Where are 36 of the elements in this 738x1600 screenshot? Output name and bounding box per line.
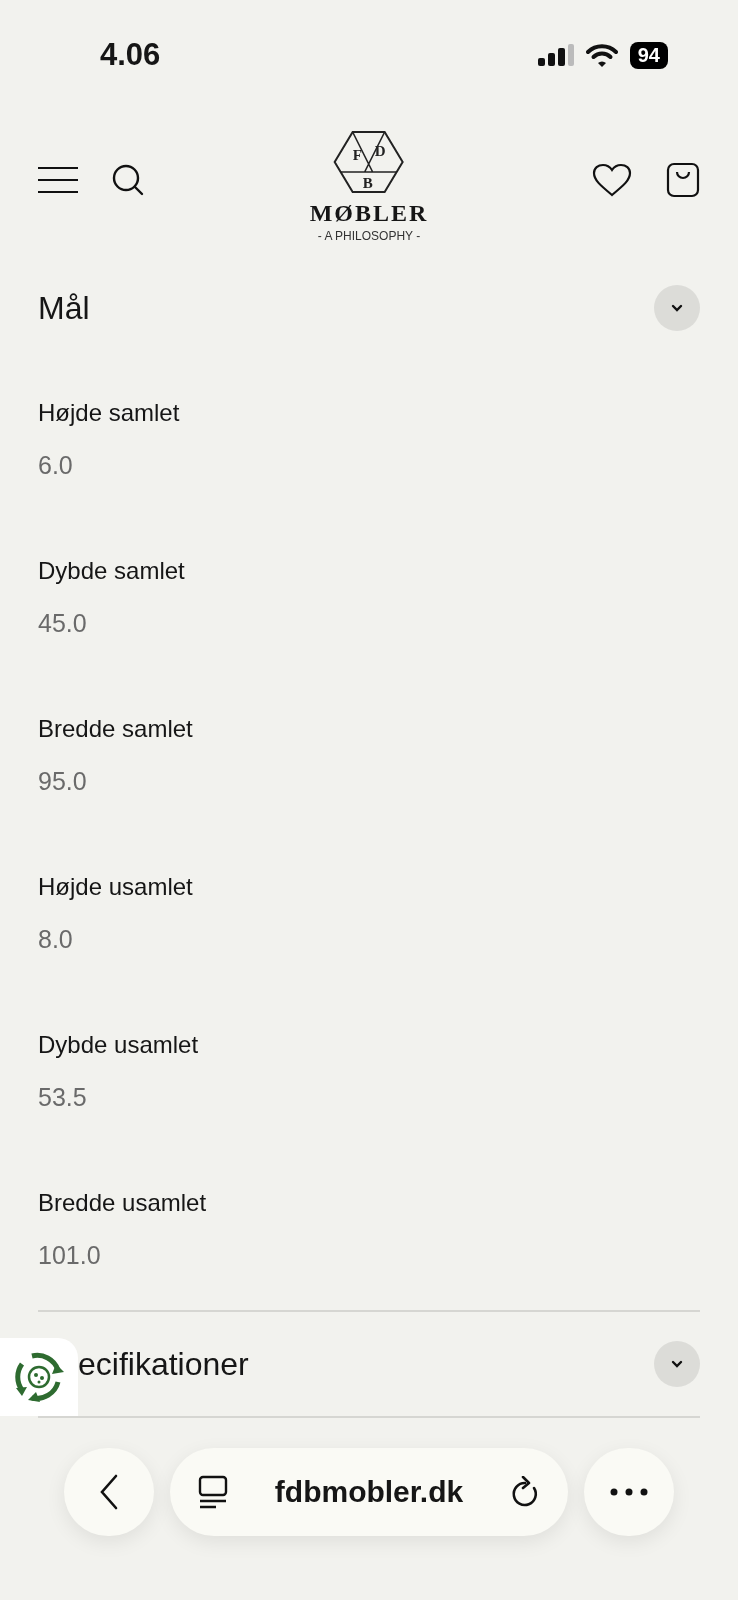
page-menu-icon[interactable] — [198, 1475, 228, 1509]
section-title[interactable]: Mål — [38, 289, 90, 327]
recycle-badge[interactable] — [0, 1338, 78, 1416]
address-bar[interactable]: fdbmobler.dk — [170, 1448, 568, 1536]
logo-emblem[interactable]: F D B — [333, 130, 405, 194]
spec-label: Højde usamlet — [38, 872, 193, 902]
expand-toggle[interactable] — [654, 285, 700, 331]
spec-value: 95.0 — [38, 766, 87, 796]
reload-icon[interactable] — [510, 1476, 540, 1508]
battery-indicator: 94 — [629, 41, 668, 69]
spec-label: Bredde usamlet — [38, 1188, 207, 1218]
section-title[interactable]: ecifikationer — [78, 1345, 249, 1383]
shopping-bag-icon[interactable] — [666, 162, 700, 198]
spec-label: Dybde usamlet — [38, 1030, 199, 1060]
logo-tagline: - A PHILOSOPHY - — [317, 229, 421, 243]
heart-icon[interactable] — [592, 163, 632, 197]
url-text[interactable]: fdbmobler.dk — [274, 1475, 464, 1509]
search-icon[interactable] — [112, 164, 144, 196]
spec-label: Dybde samlet — [38, 556, 185, 586]
spec-label: Bredde samlet — [38, 714, 193, 744]
chevron-left-icon — [98, 1474, 120, 1510]
expand-toggle[interactable] — [654, 1341, 700, 1387]
chevron-down-icon — [670, 1359, 684, 1369]
spec-value: 45.0 — [38, 608, 87, 638]
signal-icon — [537, 44, 574, 66]
chevron-down-icon — [670, 303, 684, 313]
wifi-icon — [585, 43, 618, 67]
menu-icon[interactable] — [38, 167, 78, 193]
spec-label: Højde samlet — [38, 398, 180, 428]
status-time: 4.06 — [100, 37, 161, 73]
spec-value: 53.5 — [38, 1082, 87, 1112]
spec-value: 101.0 — [38, 1240, 101, 1270]
spec-value: 6.0 — [38, 450, 73, 480]
logo-wordmark[interactable]: MØBLER — [309, 200, 429, 227]
spec-value: 8.0 — [38, 924, 73, 954]
ellipsis-icon — [610, 1488, 648, 1496]
